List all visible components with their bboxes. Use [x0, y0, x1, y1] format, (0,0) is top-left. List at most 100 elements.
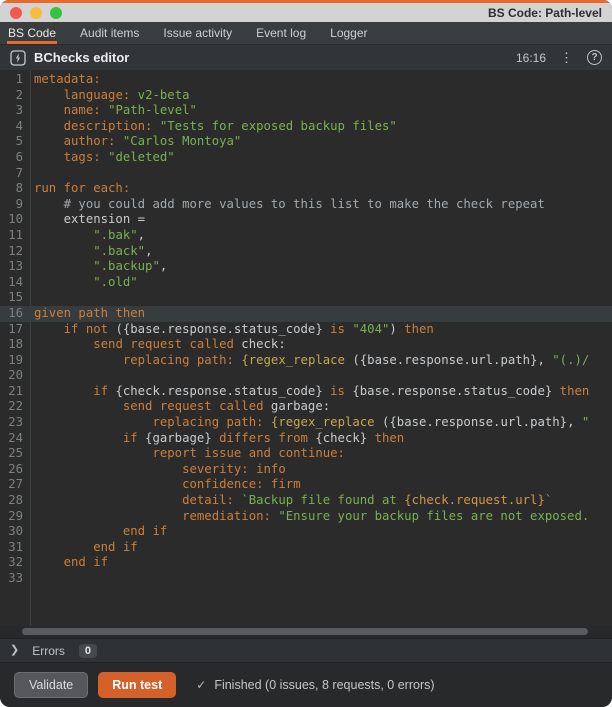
line-number: 25 — [0, 446, 30, 462]
tab-logger[interactable]: Logger — [330, 22, 367, 44]
line-number: 16 — [0, 306, 30, 322]
horizontal-scrollbar-thumb[interactable] — [22, 628, 588, 635]
checkmark-icon: ✓ — [196, 678, 206, 692]
titlebar: BS Code: Path-level — [0, 3, 612, 22]
run-status: ✓ Finished (0 issues, 8 requests, 0 erro… — [196, 678, 434, 692]
code-line-23[interactable]: 23 replacing path: {regex_replace ({base… — [0, 415, 612, 431]
code-text: severity: info — [30, 462, 286, 478]
line-number: 20 — [0, 368, 30, 384]
code-line-32[interactable]: 32 end if — [0, 555, 612, 571]
line-number: 14 — [0, 275, 30, 291]
page-title: BChecks editor — [34, 50, 129, 65]
line-number: 29 — [0, 509, 30, 525]
code-line-16[interactable]: 16given path then — [0, 306, 612, 322]
code-text — [30, 166, 34, 182]
code-line-5[interactable]: 5 author: "Carlos Montoya" — [0, 134, 612, 150]
code-line-4[interactable]: 4 description: "Tests for exposed backup… — [0, 119, 612, 135]
code-line-14[interactable]: 14 ".old" — [0, 275, 612, 291]
tab-bs-code[interactable]: BS Code — [8, 22, 56, 44]
code-text: end if — [30, 540, 138, 556]
code-line-2[interactable]: 2 language: v2-beta — [0, 88, 612, 104]
tab-event-log[interactable]: Event log — [256, 22, 306, 44]
code-line-31[interactable]: 31 end if — [0, 540, 612, 556]
code-text: language: v2-beta — [30, 88, 190, 104]
code-line-30[interactable]: 30 end if — [0, 524, 612, 540]
line-number: 15 — [0, 290, 30, 306]
tab-audit-items[interactable]: Audit items — [80, 22, 139, 44]
line-number: 28 — [0, 493, 30, 509]
code-line-11[interactable]: 11 ".bak", — [0, 228, 612, 244]
code-line-12[interactable]: 12 ".back", — [0, 244, 612, 260]
burp-window: BS Code: Path-level BS Code Audit items … — [0, 0, 612, 707]
code-text: if not ({base.response.status_code} is "… — [30, 322, 434, 338]
line-number: 31 — [0, 540, 30, 556]
code-text: replacing path: {regex_replace ({base.re… — [30, 353, 589, 369]
line-number: 1 — [0, 72, 30, 88]
code-line-33[interactable]: 33 — [0, 571, 612, 587]
footer-bar: Validate Run test ✓ Finished (0 issues, … — [0, 662, 612, 707]
errors-label: Errors — [32, 644, 65, 658]
line-number: 27 — [0, 477, 30, 493]
code-line-24[interactable]: 24 if {garbage} differs from {check} the… — [0, 431, 612, 447]
code-text: ".backup", — [30, 259, 167, 275]
code-line-27[interactable]: 27 confidence: firm — [0, 477, 612, 493]
tab-issue-activity[interactable]: Issue activity — [163, 22, 232, 44]
code-line-6[interactable]: 6 tags: "deleted" — [0, 150, 612, 166]
code-text: ".back", — [30, 244, 152, 260]
maximize-window-button[interactable] — [50, 7, 62, 19]
code-line-20[interactable]: 20 — [0, 368, 612, 384]
line-number: 3 — [0, 103, 30, 119]
bcheck-bolt-icon — [10, 50, 26, 66]
code-line-10[interactable]: 10 extension = — [0, 212, 612, 228]
code-line-15[interactable]: 15 — [0, 290, 612, 306]
line-number: 18 — [0, 337, 30, 353]
code-line-1[interactable]: 1metadata: — [0, 72, 612, 88]
code-text: if {check.response.status_code} is {base… — [30, 384, 589, 400]
code-line-7[interactable]: 7 — [0, 166, 612, 182]
horizontal-scrollbar — [0, 626, 612, 638]
code-text: detail: `Backup file found at {check.req… — [30, 493, 552, 509]
code-line-17[interactable]: 17 if not ({base.response.status_code} i… — [0, 322, 612, 338]
code-line-9[interactable]: 9 # you could add more values to this li… — [0, 197, 612, 213]
line-number: 4 — [0, 119, 30, 135]
code-text: name: "Path-level" — [30, 103, 197, 119]
code-line-18[interactable]: 18 send request called check: — [0, 337, 612, 353]
close-window-button[interactable] — [10, 7, 22, 19]
run-test-button[interactable]: Run test — [98, 672, 176, 698]
code-editor[interactable]: 1metadata:2 language: v2-beta3 name: "Pa… — [0, 70, 612, 626]
code-line-8[interactable]: 8run for each: — [0, 181, 612, 197]
line-number: 32 — [0, 555, 30, 571]
code-line-28[interactable]: 28 detail: `Backup file found at {check.… — [0, 493, 612, 509]
code-text: replacing path: {regex_replace ({base.re… — [30, 415, 589, 431]
minimize-window-button[interactable] — [30, 7, 42, 19]
code-text — [30, 571, 34, 587]
line-number: 6 — [0, 150, 30, 166]
line-number: 23 — [0, 415, 30, 431]
validate-button[interactable]: Validate — [14, 672, 88, 698]
line-number: 7 — [0, 166, 30, 182]
chevron-right-icon[interactable]: ❯ — [10, 645, 19, 656]
code-line-26[interactable]: 26 severity: info — [0, 462, 612, 478]
code-line-13[interactable]: 13 ".backup", — [0, 259, 612, 275]
code-text: send request called garbage: — [30, 399, 330, 415]
line-number: 12 — [0, 244, 30, 260]
code-line-25[interactable]: 25 report issue and continue: — [0, 446, 612, 462]
code-text: report issue and continue: — [30, 446, 345, 462]
code-text: end if — [30, 524, 167, 540]
code-text: run for each: — [30, 181, 130, 197]
code-line-3[interactable]: 3 name: "Path-level" — [0, 103, 612, 119]
line-number: 24 — [0, 431, 30, 447]
code-line-22[interactable]: 22 send request called garbage: — [0, 399, 612, 415]
help-icon[interactable]: ? — [587, 50, 602, 65]
line-number: 17 — [0, 322, 30, 338]
code-line-21[interactable]: 21 if {check.response.status_code} is {b… — [0, 384, 612, 400]
code-line-29[interactable]: 29 remediation: "Ensure your backup file… — [0, 509, 612, 525]
line-number: 2 — [0, 88, 30, 104]
code-text: ".bak", — [30, 228, 145, 244]
line-number: 21 — [0, 384, 30, 400]
kebab-menu-icon[interactable]: ⋮ — [560, 51, 573, 64]
line-number: 19 — [0, 353, 30, 369]
errors-panel-header[interactable]: ❯ Errors 0 — [0, 638, 612, 662]
code-line-19[interactable]: 19 replacing path: {regex_replace ({base… — [0, 353, 612, 369]
code-lines-container: 1metadata:2 language: v2-beta3 name: "Pa… — [0, 72, 612, 587]
